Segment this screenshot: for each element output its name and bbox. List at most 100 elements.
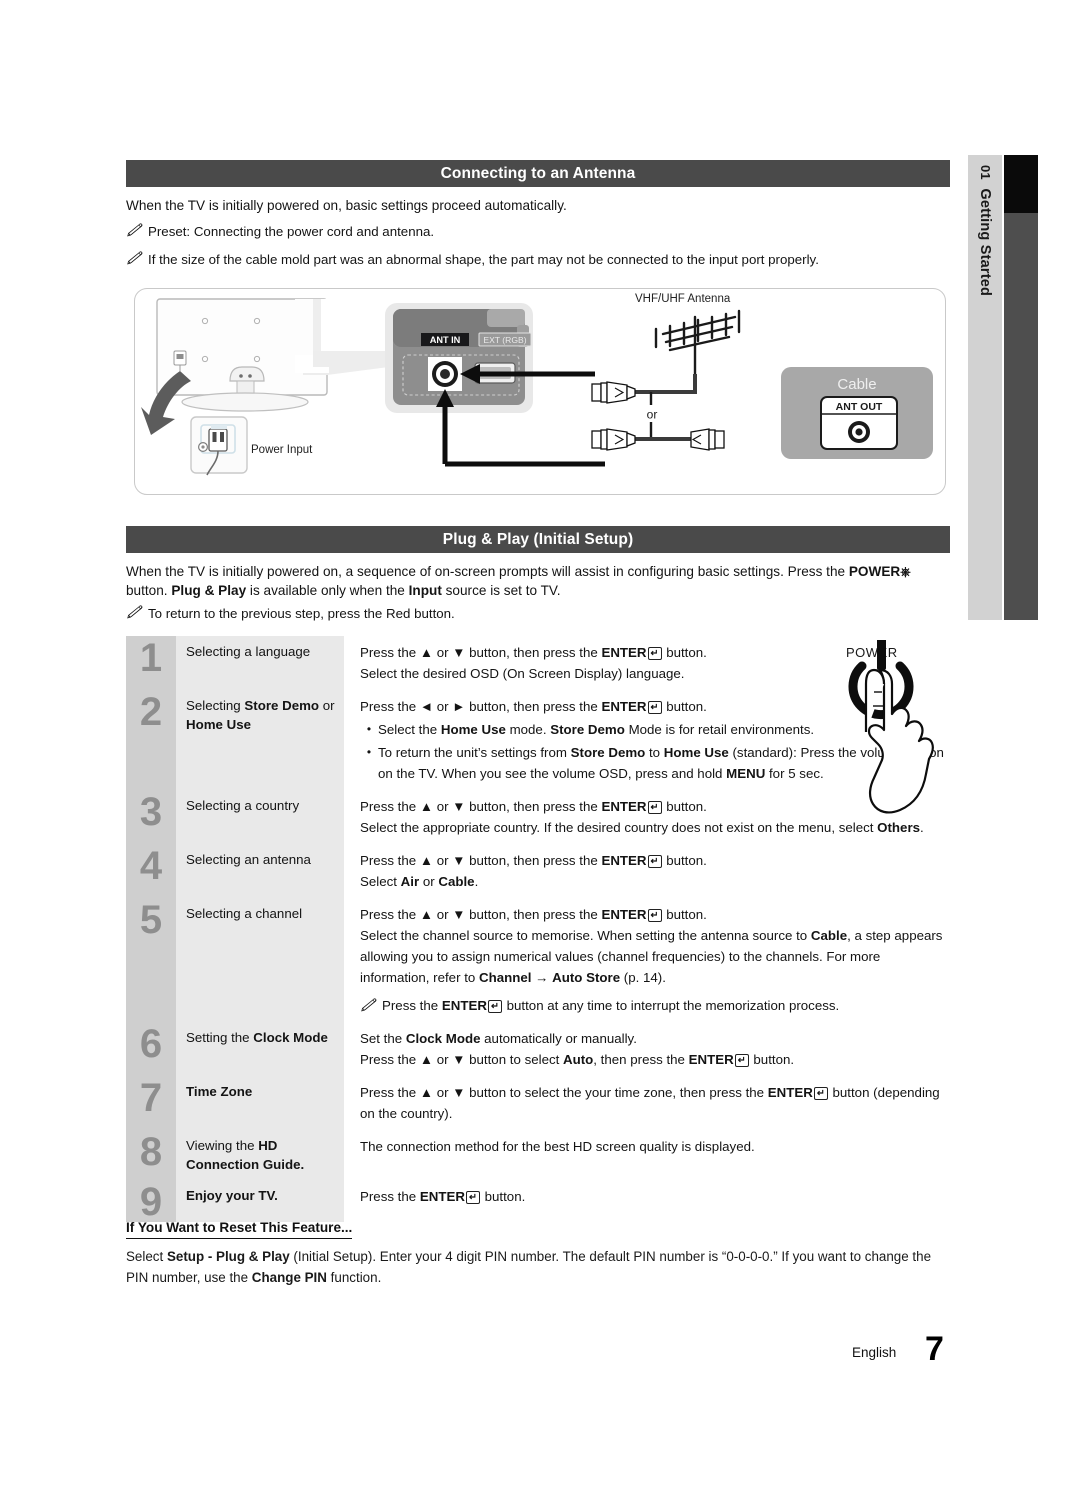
step-label: Setting the Clock Mode	[176, 1022, 344, 1076]
diagram-ant-in-label: ANT IN	[430, 335, 461, 345]
step-description: Set the Clock Mode automatically or manu…	[344, 1022, 950, 1076]
enter-key-icon: ↵	[647, 647, 662, 660]
enter-key-icon: ↵	[647, 909, 662, 922]
antenna-icon	[654, 309, 741, 376]
antenna-note-2: If the size of the cable mold part was a…	[126, 250, 950, 269]
step-note: Press the ENTER ↵ button at any time to i…	[360, 995, 946, 1016]
enter-key-icon: ↵	[647, 855, 662, 868]
step-text-line: Select Air or Cable.	[360, 874, 479, 889]
step-text-line: Select the appropriate country. If the d…	[360, 820, 924, 835]
coax-connector-top	[591, 381, 636, 404]
step-text-line: Press the ▲ or ▼ button to select Auto, …	[360, 1052, 795, 1067]
plugplay-intro-part3: is available only when the	[246, 583, 409, 598]
chapter-number: 01	[978, 165, 993, 180]
setup-step-row: 5 Selecting a channel Press the ▲ or ▼ but…	[126, 898, 950, 1022]
step-label: Selecting a channel	[176, 898, 344, 1022]
step-number: 5	[126, 898, 176, 1022]
plugplay-intro-part1: When the TV is initially powered on, a s…	[126, 564, 849, 579]
antenna-note-1: Preset: Connecting the power cord and an…	[126, 222, 950, 241]
reset-section-title: If You Want to Reset This Feature...	[126, 1220, 353, 1239]
step-label: Selecting an antenna	[176, 844, 344, 898]
chapter-tab: 01 Getting Started	[968, 155, 1002, 620]
enter-key-icon: ↵	[487, 1000, 502, 1013]
plugplay-note-1: To return to the previous step, press th…	[126, 604, 950, 623]
step-note-text: Press the ENTER ↵ button at any time to i…	[382, 998, 840, 1013]
step-number: 2	[126, 690, 176, 790]
step-number: 8	[126, 1130, 176, 1180]
step-number: 1	[126, 636, 176, 690]
plugplay-bold-name: Plug & Play	[171, 583, 247, 598]
plugplay-intro-part2: button.	[126, 583, 172, 598]
diagram-ant-out-label: ANT OUT	[836, 401, 883, 413]
step-description: Press the ▲ or ▼ button, then press the …	[344, 844, 950, 898]
step-label: Selecting a language	[176, 636, 344, 690]
coax-connector-bottom-left	[591, 428, 636, 451]
step-text-line: Set the Clock Mode automatically or manu…	[360, 1031, 637, 1046]
step-number: 6	[126, 1022, 176, 1076]
step-label: Selecting a country	[176, 790, 344, 844]
section-header-plugplay: Plug & Play (Initial Setup)	[126, 526, 950, 553]
step-number: 7	[126, 1076, 176, 1130]
step-description: Press the ▲ or ▼ button to select the yo…	[344, 1076, 950, 1130]
step-number: 9	[126, 1180, 176, 1222]
step-text-line: The connection method for the best HD sc…	[360, 1139, 755, 1154]
diagram-illustration: ANT IN EXT (RGB) or Cable ANT OUT	[141, 298, 933, 476]
footer-page-number: 7	[925, 1330, 944, 1368]
plugplay-intro-part4: source is set to TV.	[441, 583, 561, 598]
chapter-marker-black	[1004, 155, 1038, 213]
step-label: Enjoy your TV.	[176, 1180, 344, 1222]
enter-key-icon: ↵	[734, 1054, 749, 1067]
plugplay-power-word: POWER	[848, 564, 901, 579]
enter-key-icon: ↵	[647, 701, 662, 714]
power-press-illustration	[826, 638, 976, 820]
reset-section-body: Select Setup - Plug & Play (Initial Setu…	[126, 1249, 932, 1285]
step-text-line: Press the ▲ or ▼ button, then press the …	[360, 907, 707, 922]
step-label: Time Zone	[176, 1076, 344, 1130]
antenna-note-1-text: Preset: Connecting the power cord and an…	[148, 224, 435, 239]
setup-step-row: 9 Enjoy your TV. Press the ENTER ↵ button.	[126, 1180, 950, 1222]
pencil-icon	[127, 251, 143, 265]
step-text-line: Press the ▲ or ▼ button, then press the …	[360, 853, 707, 868]
pencil-icon	[127, 605, 143, 619]
step-label: Viewing the HD Connection Guide.	[176, 1130, 344, 1180]
setup-step-row: 4 Selecting an antenna Press the ▲ or ▼ bu…	[126, 844, 950, 898]
diagram-or-label: or	[647, 408, 658, 422]
step-text-line: Press the ENTER ↵ button.	[360, 1189, 526, 1204]
antenna-intro-text: When the TV is initially powered on, bas…	[126, 198, 567, 213]
enter-key-icon: ↵	[813, 1087, 828, 1100]
step-number: 3	[126, 790, 176, 844]
plugplay-intro: When the TV is initially powered on, a s…	[126, 562, 950, 600]
step-text-line: Select the channel source to memorise. W…	[360, 928, 943, 985]
section-header-antenna-label: Connecting to an Antenna	[440, 164, 636, 182]
footer-language: English	[852, 1345, 897, 1360]
setup-step-row: 7 Time Zone Press the ▲ or ▼ button to sel…	[126, 1076, 950, 1130]
manual-page: 01 Getting Started Connecting to an Ante…	[0, 0, 1080, 1494]
pencil-icon	[127, 223, 143, 237]
section-header-antenna: Connecting to an Antenna	[126, 160, 950, 187]
chapter-tab-content: 01 Getting Started	[968, 155, 1002, 296]
chapter-title: Getting Started	[977, 188, 993, 297]
step-text-line: Press the ▲ or ▼ button to select the yo…	[360, 1085, 940, 1121]
section-header-plugplay-label: Plug & Play (Initial Setup)	[442, 530, 634, 548]
bullet-dot-icon: •	[366, 722, 372, 736]
step-description: Press the ▲ or ▼ button, then press the …	[344, 898, 950, 1022]
chapter-marker-gray	[1004, 213, 1038, 620]
bullet-dot-icon: •	[366, 745, 372, 759]
power-symbol-icon: ⎈	[900, 564, 911, 579]
diagram-ext-rgb-label: EXT (RGB)	[483, 335, 526, 345]
enter-key-icon: ↵	[647, 801, 662, 814]
pencil-icon	[360, 995, 382, 1016]
vhf-uhf-antenna-label: VHF/UHF Antenna	[635, 293, 731, 305]
antenna-connection-diagram: ANT IN EXT (RGB) or Cable ANT OUT Power …	[134, 288, 946, 495]
enter-key-icon: ↵	[465, 1191, 480, 1204]
step-label: Selecting Store Demo or Home Use	[176, 690, 344, 790]
plugplay-input-word: Input	[408, 583, 442, 598]
step-number: 4	[126, 844, 176, 898]
diagram-cable-label: Cable	[837, 376, 876, 393]
plugplay-note-1-text: To return to the previous step, press th…	[148, 606, 455, 621]
coax-connector-bottom-right	[690, 428, 725, 451]
power-input-label: Power Input	[251, 444, 313, 456]
setup-step-row: 6 Setting the Clock Mode Set the Clock Mod…	[126, 1022, 950, 1076]
step-description: The connection method for the best HD sc…	[344, 1130, 950, 1180]
antenna-note-2-text: If the size of the cable mold part was a…	[148, 252, 819, 267]
